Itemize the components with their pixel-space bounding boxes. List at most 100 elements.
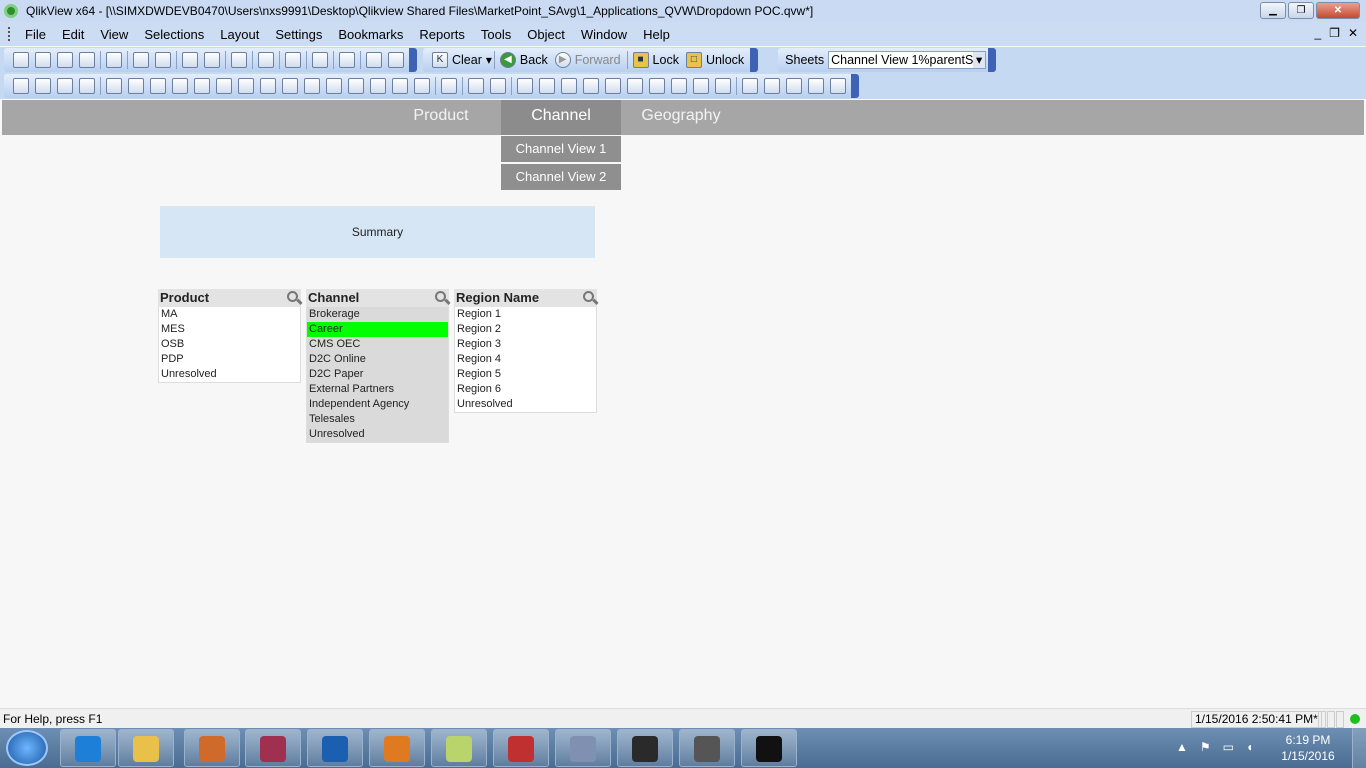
dropdown-channel-view-1[interactable]: Channel View 1 (501, 136, 621, 162)
custom-object-icon[interactable] (414, 78, 430, 94)
undo-icon[interactable] (182, 52, 198, 68)
nav-tab-channel[interactable]: Channel (501, 100, 621, 135)
search-icon[interactable] (583, 291, 594, 302)
listbox-header[interactable]: Region Name (454, 289, 597, 307)
listbox-item[interactable]: Region 5 (455, 367, 596, 382)
button-object-icon[interactable] (260, 78, 276, 94)
volume-muted-icon[interactable]: ◖ (1246, 740, 1253, 754)
doc-props-icon[interactable] (764, 78, 780, 94)
listbox-item[interactable]: Region 6 (455, 382, 596, 397)
reload-data-icon[interactable] (155, 52, 171, 68)
container-icon[interactable] (392, 78, 408, 94)
unlock-button[interactable]: Unlock (706, 53, 744, 67)
new-icon[interactable] (13, 52, 29, 68)
listbox-item[interactable]: MA (159, 307, 300, 322)
adjust-top-icon[interactable] (715, 78, 731, 94)
dropdown-channel-view-2[interactable]: Channel View 2 (501, 164, 621, 190)
center-v-icon[interactable] (605, 78, 621, 94)
menu-view[interactable]: View (92, 27, 136, 42)
listbox-item[interactable]: Independent Agency (307, 397, 448, 412)
listbox-item[interactable]: External Partners (307, 382, 448, 397)
doc-minimize-button[interactable]: _ (1314, 26, 1321, 40)
space-v-icon[interactable] (671, 78, 687, 94)
current-selections-icon[interactable] (238, 78, 254, 94)
chart-object-icon[interactable] (194, 78, 210, 94)
forward-button[interactable]: Forward (575, 53, 621, 67)
taskbar-lync[interactable] (307, 729, 363, 767)
listbox-item[interactable]: Unresolved (159, 367, 300, 382)
promote-sheet-icon[interactable] (35, 78, 51, 94)
save-icon[interactable] (79, 52, 95, 68)
listbox-item[interactable]: PDP (159, 352, 300, 367)
align-left-icon[interactable] (517, 78, 533, 94)
doc-restore-button[interactable]: ❐ (1329, 26, 1340, 40)
menu-selections[interactable]: Selections (136, 27, 212, 42)
menu-file[interactable]: File (17, 27, 54, 42)
show-desktop-button[interactable] (1352, 728, 1366, 768)
taskbar-network-tool[interactable] (555, 729, 611, 767)
listbox-header[interactable]: Product (158, 289, 301, 307)
minimize-button[interactable]: ▁ (1260, 2, 1286, 19)
listbox-item[interactable]: Telesales (307, 412, 448, 427)
listbox-item[interactable]: D2C Paper (307, 367, 448, 382)
taskbar-outlook[interactable] (369, 729, 425, 767)
statistics-box-icon[interactable] (128, 78, 144, 94)
listbox-item[interactable]: OSB (159, 337, 300, 352)
format-painter-icon[interactable] (468, 78, 484, 94)
sheets-dropdown[interactable]: Channel View 1%parentShe (828, 51, 987, 69)
listbox-item[interactable]: CMS OEC (307, 337, 448, 352)
redo-icon[interactable] (204, 52, 220, 68)
menu-settings[interactable]: Settings (267, 27, 330, 42)
open-icon[interactable] (35, 52, 51, 68)
align-icon[interactable] (490, 78, 506, 94)
clear-button[interactable]: Clear (452, 53, 482, 67)
nav-tab-geography[interactable]: Geography (621, 100, 741, 135)
listbox-item[interactable]: Region 1 (455, 307, 596, 322)
print-icon[interactable] (106, 52, 122, 68)
edit-module-icon[interactable] (786, 78, 802, 94)
menu-reports[interactable]: Reports (411, 27, 473, 42)
menu-tools[interactable]: Tools (473, 27, 519, 42)
menu-object[interactable]: Object (519, 27, 573, 42)
action-center-flag-icon[interactable]: ⚑ (1200, 740, 1211, 754)
nav-tab-product[interactable]: Product (381, 100, 501, 135)
taskbar-internet-explorer[interactable] (60, 729, 116, 767)
summary-button[interactable]: Summary (160, 206, 595, 258)
show-hidden-icons-icon[interactable]: ▲ (1176, 740, 1188, 754)
bookmark-star-icon[interactable] (312, 52, 328, 68)
center-h-icon[interactable] (539, 78, 555, 94)
bookmark-object-icon[interactable] (348, 78, 364, 94)
edit-script-icon[interactable] (133, 52, 149, 68)
listbox-item[interactable]: Unresolved (455, 397, 596, 412)
start-button[interactable] (6, 730, 48, 766)
listbox-item[interactable]: Career (307, 322, 448, 337)
listbox-item[interactable]: Brokerage (307, 307, 448, 322)
line-arrow-icon[interactable] (304, 78, 320, 94)
taskbar-command-prompt[interactable] (741, 729, 797, 767)
whats-this-icon[interactable] (388, 52, 404, 68)
menu-layout[interactable]: Layout (212, 27, 267, 42)
back-button[interactable]: Back (520, 53, 548, 67)
listbox-item[interactable]: D2C Online (307, 352, 448, 367)
chart-icon[interactable] (285, 52, 301, 68)
listbox-icon[interactable] (106, 78, 122, 94)
menu-edit[interactable]: Edit (54, 27, 92, 42)
search-object-icon[interactable] (370, 78, 386, 94)
listbox-header[interactable]: Channel (306, 289, 449, 307)
align-bottom-icon[interactable] (583, 78, 599, 94)
align-top-icon[interactable] (627, 78, 643, 94)
listbox-item[interactable]: MES (159, 322, 300, 337)
taskbar-app-grid[interactable] (679, 729, 735, 767)
clear-dropdown-icon[interactable]: ▾ (486, 53, 492, 67)
grip-handle[interactable] (8, 27, 11, 41)
taskbar-qlikview[interactable] (617, 729, 673, 767)
menu-help[interactable]: Help (635, 27, 678, 42)
taskbar-database-tool[interactable] (245, 729, 301, 767)
demote-sheet-icon[interactable] (57, 78, 73, 94)
reload-icon[interactable] (57, 52, 73, 68)
search-icon[interactable] (231, 52, 247, 68)
input-box-icon[interactable] (216, 78, 232, 94)
listbox-item[interactable]: Unresolved (307, 427, 448, 442)
checkbox-icon[interactable] (258, 52, 274, 68)
text-object-icon[interactable] (282, 78, 298, 94)
